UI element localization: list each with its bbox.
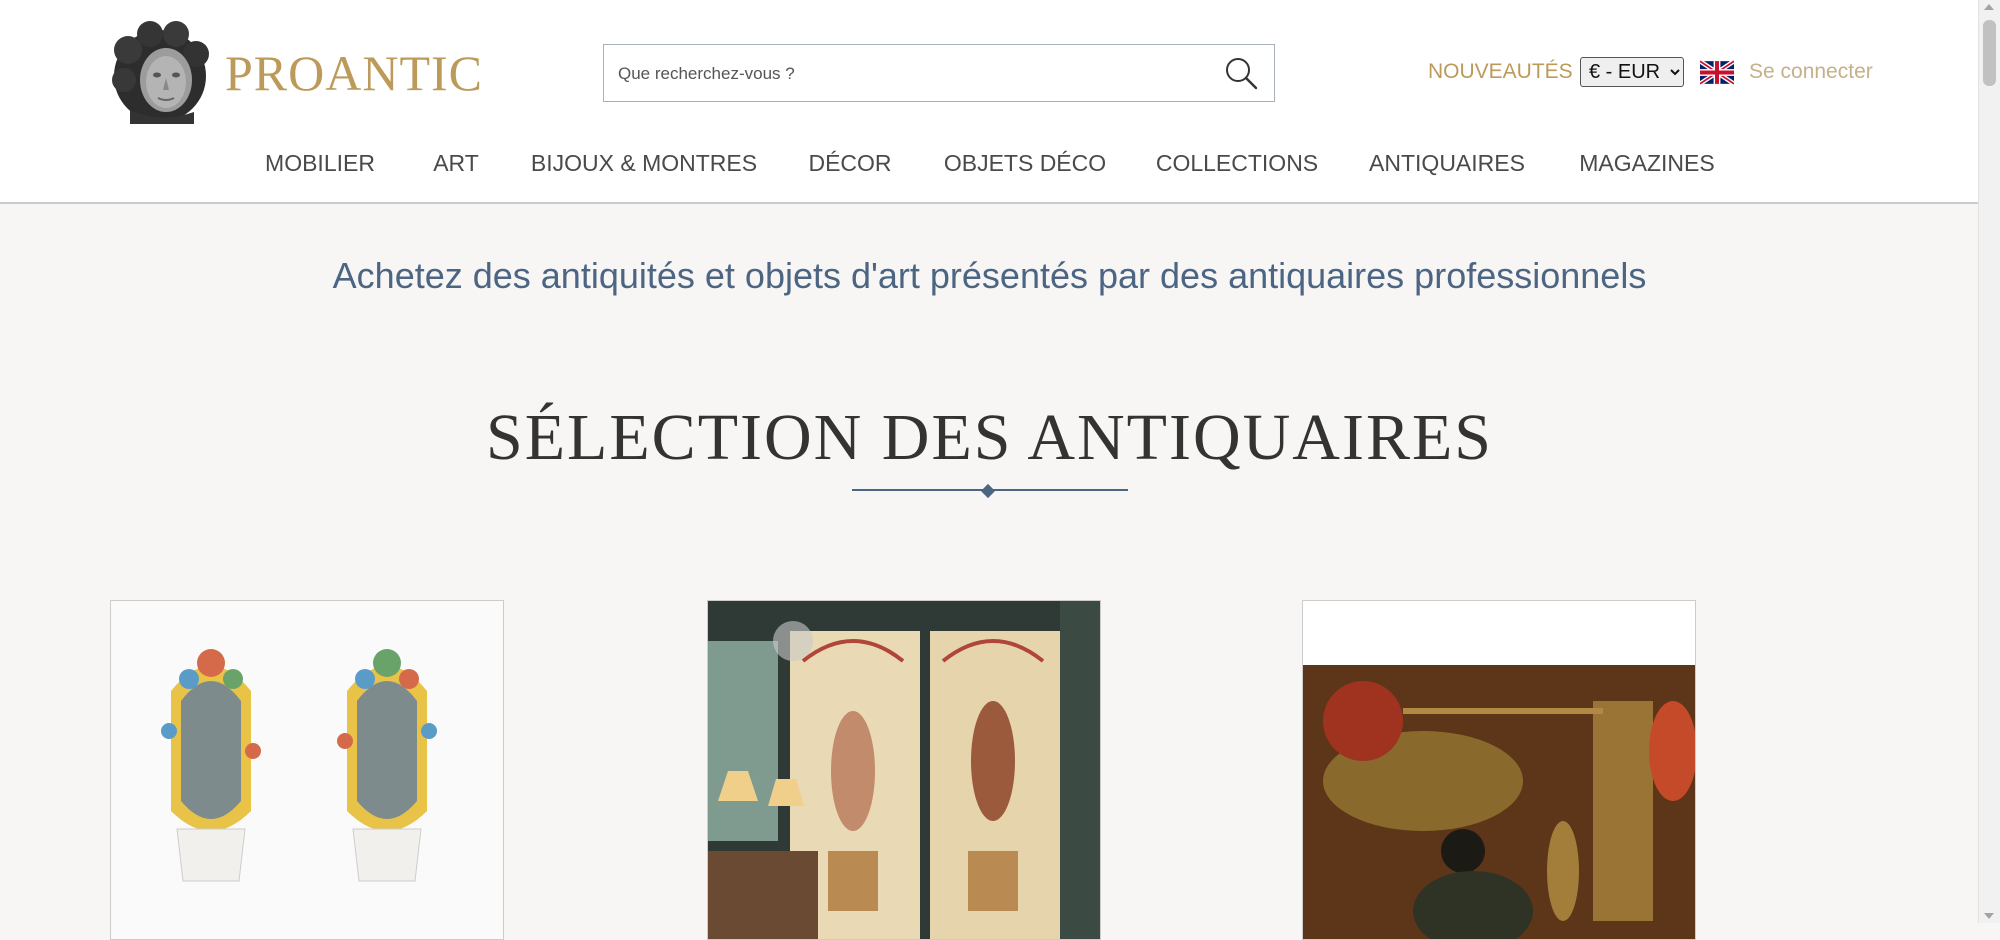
search-icon[interactable] [1224,56,1258,90]
nav-item-magazines[interactable]: MAGAZINES [1579,150,1714,177]
uk-flag-icon[interactable] [1700,60,1734,85]
nouveautes-link[interactable]: NOUVEAUTÉS [1428,60,1573,84]
nav-item-mobilier[interactable]: MOBILIER [265,150,375,177]
product-card-mirror-sconces[interactable] [110,600,504,940]
section-title: SÉLECTION DES ANTIQUAIRES [486,401,1493,474]
brand-name[interactable]: PROANTIC [225,44,483,102]
search-input[interactable] [616,45,1210,103]
logo-sculpture-head-icon[interactable] [110,20,210,124]
login-link[interactable]: Se connecter [1749,60,1873,84]
nav-item-antiquaires[interactable]: ANTIQUAIRES [1369,150,1525,177]
nav-item-decor[interactable]: DÉCOR [808,150,891,177]
product-card-oil-painting[interactable] [1302,600,1696,940]
product-card-painted-panels[interactable] [707,600,1101,940]
scroll-up-icon[interactable] [1984,4,1994,10]
tagline: Achetez des antiquités et objets d'art p… [332,255,1647,296]
product-image-oil-painting[interactable] [1303,601,1696,940]
divider-diamond [980,483,996,499]
product-image-painted-panels[interactable] [708,601,1101,940]
nav-item-art[interactable]: ART [433,150,479,177]
currency-select[interactable]: € - EUR [1580,57,1684,87]
scroll-thumb[interactable] [1983,20,1996,86]
scroll-down-icon[interactable] [1984,913,1994,919]
search-bar [603,44,1275,103]
nav-item-collections[interactable]: COLLECTIONS [1156,150,1318,177]
site-header: PROANTIC NOUVEAUTÉS € - EUR Se connecter… [0,0,1979,204]
nav-item-bijoux-montres[interactable]: BIJOUX & MONTRES [531,150,757,177]
page-scrollbar[interactable] [1978,0,2000,923]
nav-item-objets-deco[interactable]: OBJETS DÉCO [944,150,1106,177]
product-image-mirror-sconces[interactable] [111,601,504,940]
main-nav: MOBILIER ART BIJOUX & MONTRES DÉCOR OBJE… [0,150,1979,180]
